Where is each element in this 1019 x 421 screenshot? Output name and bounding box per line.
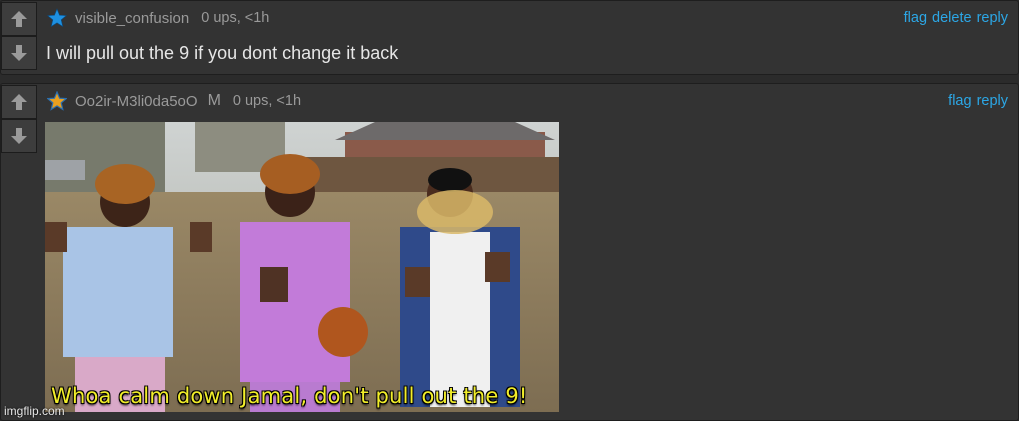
- reply-link[interactable]: reply: [977, 93, 1008, 109]
- upvote-button[interactable]: [1, 85, 37, 119]
- reply-link[interactable]: reply: [977, 10, 1008, 26]
- arrow-down-icon: [11, 128, 27, 144]
- delete-link[interactable]: delete: [932, 10, 972, 26]
- arrow-down-icon: [11, 45, 27, 61]
- imgflip-watermark: imgflip.com: [4, 404, 65, 418]
- comment-meta: Oo2ir-M3li0da5oO M 0 ups, <1h: [47, 91, 301, 111]
- vote-column: [1, 85, 37, 153]
- comment-text: I will pull out the 9 if you dont change…: [46, 43, 399, 63]
- arrow-up-icon: [11, 94, 27, 110]
- username-link[interactable]: Oo2ir-M3li0da5oO: [75, 93, 198, 110]
- upvote-button[interactable]: [1, 2, 37, 36]
- comment-meta: visible_confusion 0 ups, <1h: [47, 8, 269, 28]
- arrow-up-icon: [11, 11, 27, 27]
- user-star-icon: [47, 91, 67, 111]
- meme-scene: [45, 122, 559, 412]
- meme-caption: Whoa calm down Jamal, don't pull out the…: [51, 384, 528, 408]
- meme-image[interactable]: Whoa calm down Jamal, don't pull out the…: [45, 122, 559, 412]
- flag-link[interactable]: flag: [904, 10, 927, 26]
- vote-column: [1, 2, 37, 70]
- comment-stats: 0 ups, <1h: [201, 10, 270, 26]
- username-link[interactable]: visible_confusion: [75, 10, 189, 27]
- mod-badge: M: [207, 92, 221, 109]
- comment-stats: 0 ups, <1h: [232, 93, 302, 109]
- downvote-button[interactable]: [1, 36, 37, 70]
- comment-actions: flag reply: [948, 93, 1008, 109]
- comment-2: Oo2ir-M3li0da5oO M 0 ups, <1h flag reply: [0, 83, 1019, 421]
- user-star-icon: [47, 8, 67, 28]
- downvote-button[interactable]: [1, 119, 37, 153]
- comment-actions: flag delete reply: [904, 10, 1008, 26]
- flag-link[interactable]: flag: [948, 93, 971, 109]
- comment-1: visible_confusion 0 ups, <1h flag delete…: [0, 0, 1019, 75]
